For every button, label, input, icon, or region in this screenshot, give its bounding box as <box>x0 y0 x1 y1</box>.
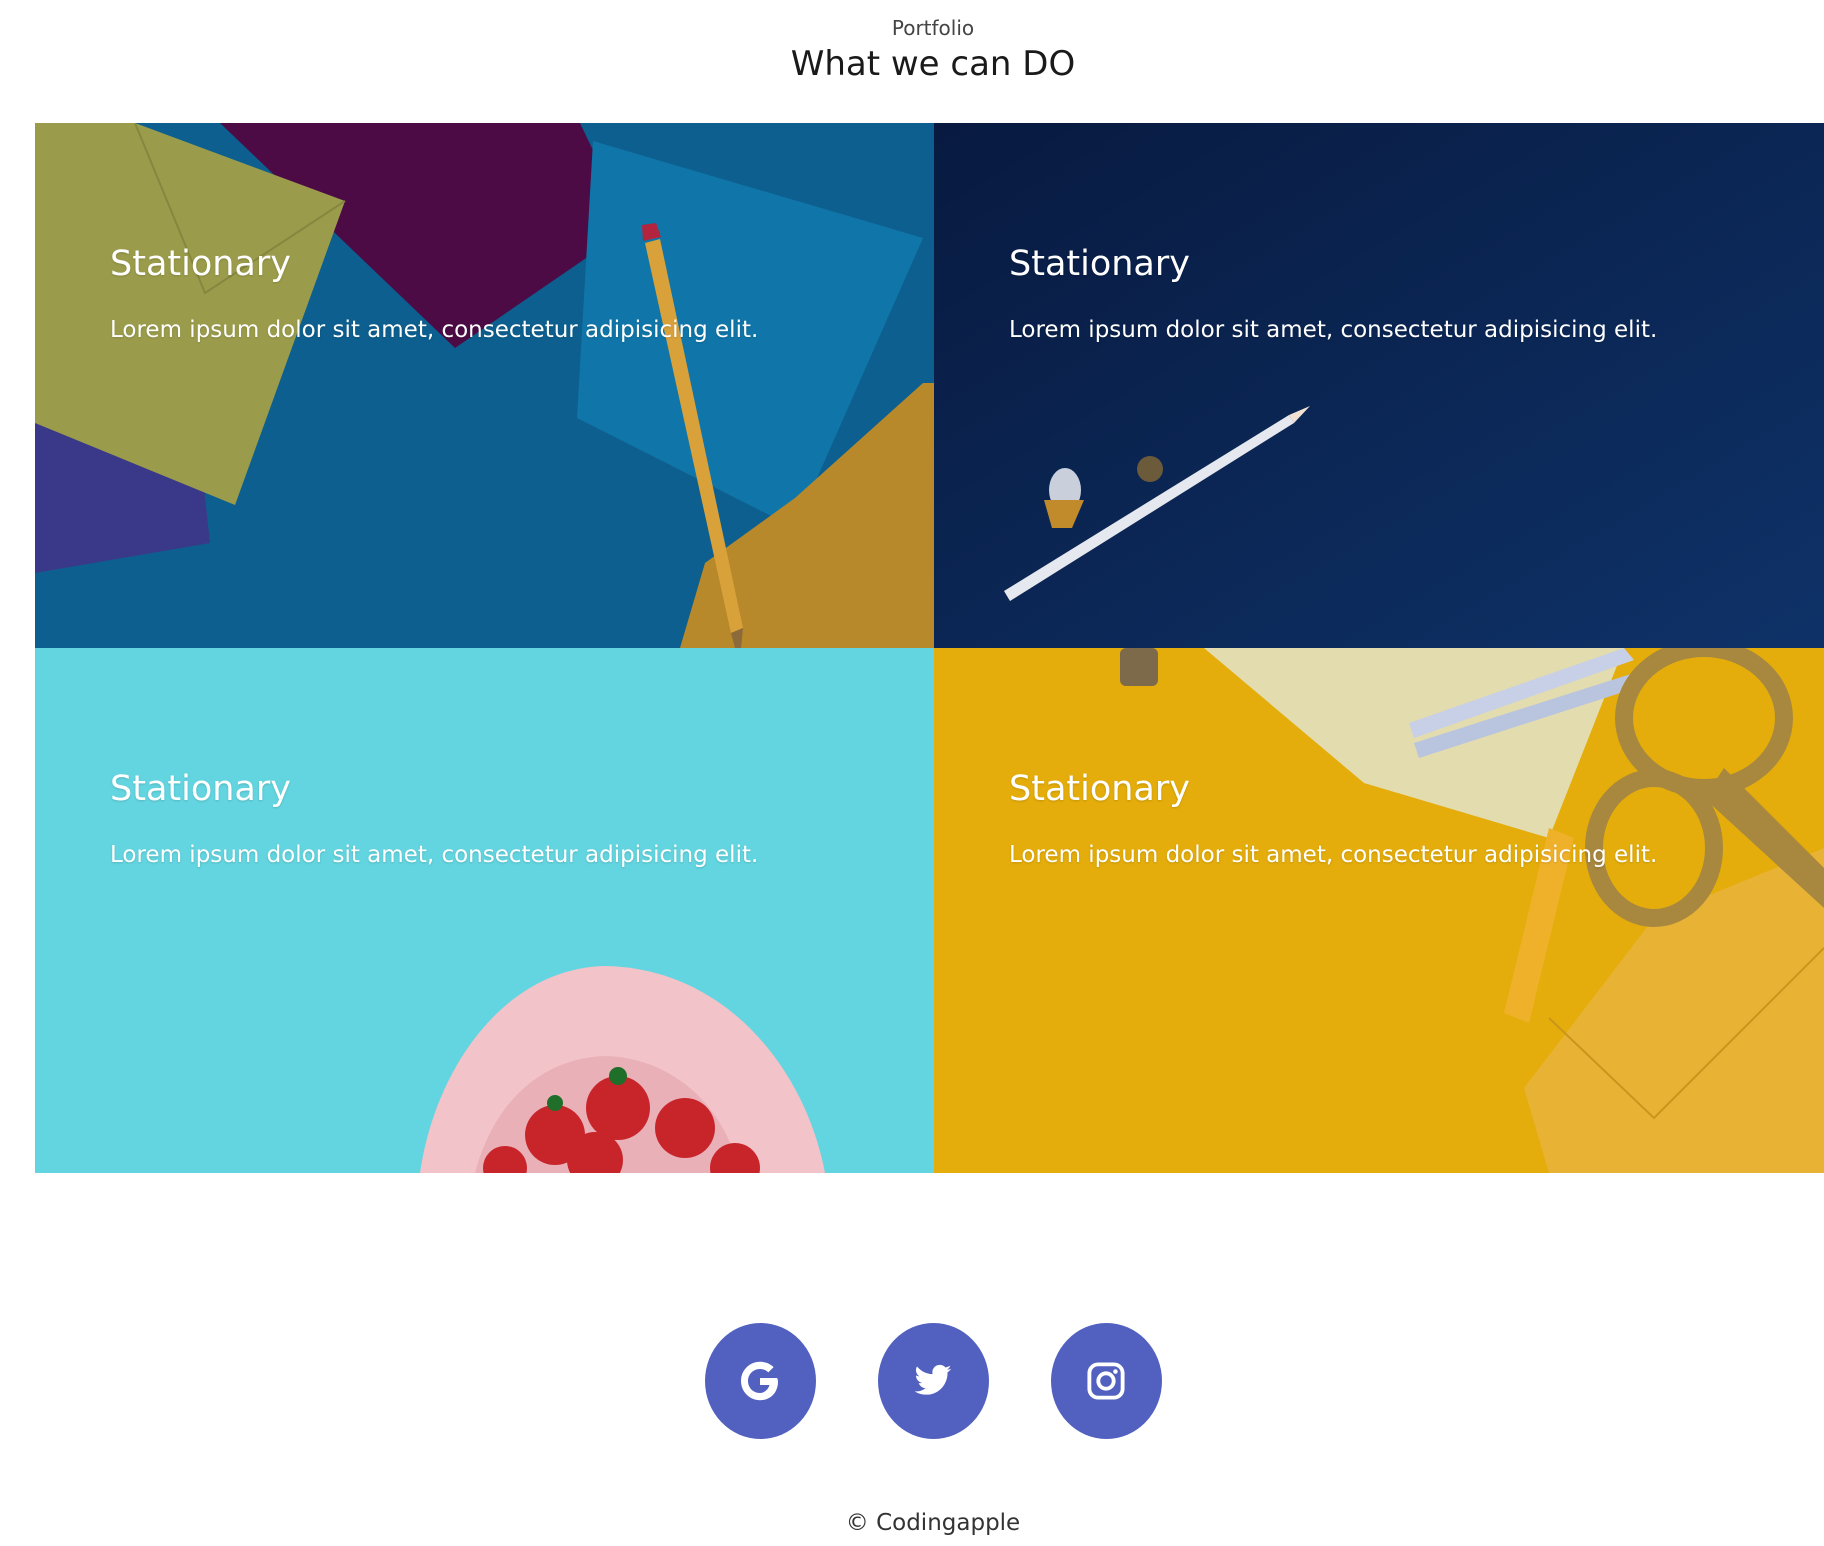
section-eyebrow: Portfolio <box>891 16 975 40</box>
tile-description: Lorem ipsum dolor sit amet, consectetur … <box>110 317 759 343</box>
footer-copyright: © Codingapple <box>845 1510 1021 1536</box>
google-button[interactable] <box>704 1323 816 1439</box>
tile-2-copy: Stationary Lorem ipsum dolor sit amet, c… <box>1009 241 1657 345</box>
section-header: Portfolio What we can DO <box>0 14 1824 86</box>
twitter-button[interactable] <box>877 1323 989 1439</box>
tile-4-photo <box>934 648 1824 1173</box>
google-icon <box>741 1361 778 1401</box>
tile-3-copy: Stationary Lorem ipsum dolor sit amet, c… <box>110 766 758 870</box>
portfolio-tile-3[interactable]: Stationary Lorem ipsum dolor sit amet, c… <box>35 648 934 1173</box>
tile-description: Lorem ipsum dolor sit amet, consectetur … <box>110 842 759 868</box>
tile-heading: Stationary <box>1009 769 1190 809</box>
portfolio-tile-4[interactable]: Stationary Lorem ipsum dolor sit amet, c… <box>934 648 1824 1173</box>
twitter-icon <box>914 1364 952 1395</box>
tile-4-copy: Stationary Lorem ipsum dolor sit amet, c… <box>1009 766 1657 870</box>
tile-heading: Stationary <box>110 769 291 809</box>
portfolio-page: Portfolio What we can DO Stationary Lore… <box>0 0 1824 1546</box>
instagram-button[interactable] <box>1050 1323 1162 1439</box>
portfolio-tile-1[interactable]: Stationary Lorem ipsum dolor sit amet, c… <box>35 123 934 648</box>
tile-2-photo <box>934 123 1824 648</box>
portfolio-tile-2[interactable]: Stationary Lorem ipsum dolor sit amet, c… <box>934 123 1824 648</box>
tile-description: Lorem ipsum dolor sit amet, consectetur … <box>1009 317 1658 343</box>
tile-heading: Stationary <box>1009 244 1190 284</box>
tile-description: Lorem ipsum dolor sit amet, consectetur … <box>1009 842 1658 868</box>
portfolio-grid: Stationary Lorem ipsum dolor sit amet, c… <box>35 123 1824 1173</box>
social-links <box>0 1323 1824 1439</box>
instagram-icon <box>1087 1362 1125 1400</box>
tile-heading: Stationary <box>110 244 291 284</box>
section-title: What we can DO <box>790 44 1076 84</box>
tile-1-copy: Stationary Lorem ipsum dolor sit amet, c… <box>110 241 758 345</box>
tile-1-photo <box>35 123 934 648</box>
tile-3-photo <box>35 648 934 1173</box>
